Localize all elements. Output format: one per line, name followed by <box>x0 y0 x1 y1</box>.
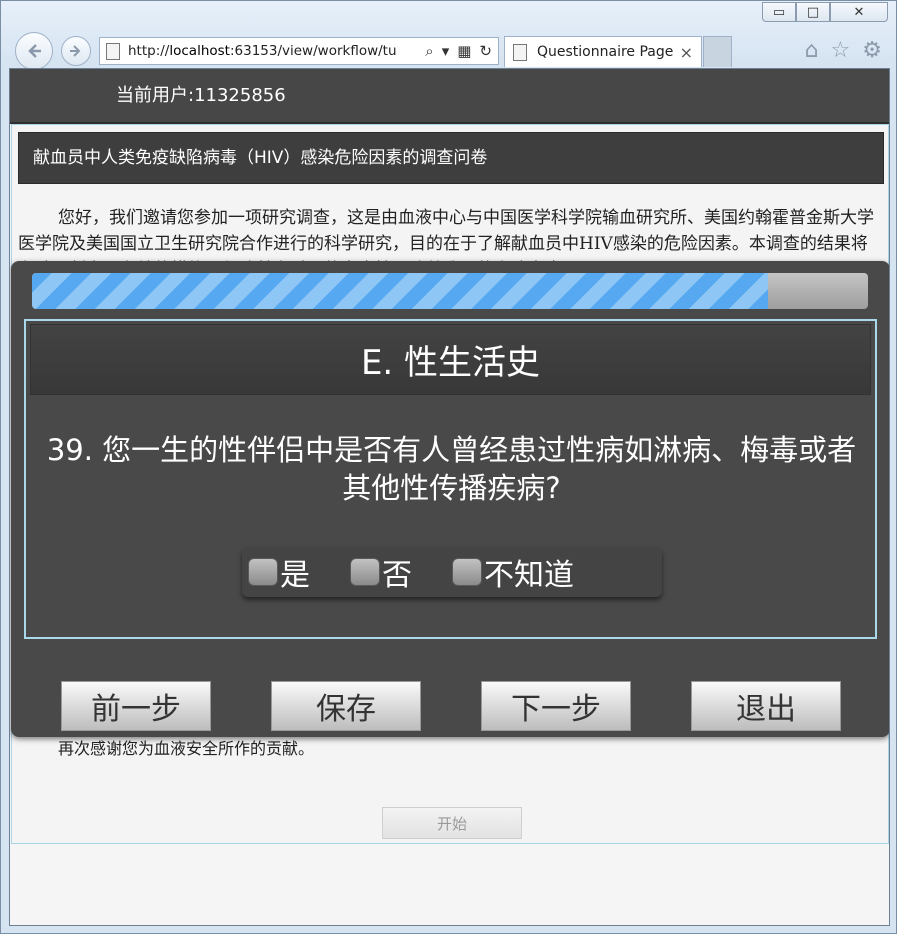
favorites-icon[interactable]: ☆ <box>831 38 851 63</box>
close-icon: ✕ <box>853 4 865 20</box>
tab-title: Questionnaire Page <box>537 44 674 60</box>
user-header: 当前用户:11325856 <box>10 69 889 124</box>
option-label-yes: 是 <box>280 558 310 593</box>
address-url[interactable]: http://localhost:63153/view/workflow/tu <box>128 43 419 59</box>
question-text: 39. 您一生的性伴侣中是否有人曾经患过性病如淋病、梅毒或者其他性传播疾病? <box>46 433 857 505</box>
url-host: localhost <box>169 43 230 59</box>
minimize-icon: ▭ <box>772 4 786 20</box>
settings-icon[interactable]: ⚙ <box>862 38 882 63</box>
tab-close-icon[interactable]: × <box>680 43 693 62</box>
current-user-id: 11325856 <box>194 85 286 106</box>
prev-button[interactable]: 前一步 <box>61 681 211 731</box>
survey-thanks: 再次感谢您为血液安全所作的贡献。 <box>58 739 315 758</box>
maximize-button[interactable]: □ <box>796 2 830 22</box>
back-arrow-icon <box>28 44 41 58</box>
start-button[interactable]: 开始 <box>382 807 522 839</box>
browser-toolbar: ⌂ ☆ ⚙ <box>805 38 882 63</box>
checkbox-unknown[interactable] <box>452 558 482 586</box>
dropdown-icon[interactable]: ▾ <box>442 42 450 60</box>
address-tools: ⌕ ▾ ▦ ↻ <box>419 42 498 60</box>
compatibility-view-icon[interactable]: ▦ <box>457 42 471 60</box>
back-button[interactable] <box>15 32 53 70</box>
checkbox-no[interactable] <box>350 558 380 586</box>
question-box: E. 性生活史 39. 您一生的性伴侣中是否有人曾经患过性病如淋病、梅毒或者其他… <box>24 319 877 639</box>
maximize-icon: □ <box>806 4 820 20</box>
option-yes[interactable]: 是 <box>248 550 310 594</box>
page-icon <box>106 42 120 60</box>
progress-bar <box>32 273 868 309</box>
option-label-unknown: 不知道 <box>484 558 574 593</box>
save-button[interactable]: 保存 <box>271 681 421 731</box>
close-window-button[interactable]: ✕ <box>830 2 888 22</box>
home-icon[interactable]: ⌂ <box>805 38 819 63</box>
question-dialog: E. 性生活史 39. 您一生的性伴侣中是否有人曾经患过性病如淋病、梅毒或者其他… <box>11 261 889 737</box>
window-controls: ▭ □ ✕ <box>762 2 888 22</box>
section-title: E. 性生活史 <box>30 324 871 395</box>
option-no[interactable]: 否 <box>350 550 412 594</box>
survey-title: 献血员中人类免疫缺陷病毒（HIV）感染危险因素的调查问卷 <box>18 132 884 184</box>
page-viewport: 当前用户:11325856 献血员中人类免疫缺陷病毒（HIV）感染危险因素的调查… <box>9 68 890 926</box>
new-tab-button[interactable] <box>703 36 732 67</box>
url-prefix: http:// <box>128 43 170 59</box>
dialog-buttons: 前一步 保存 下一步 退出 <box>61 681 841 731</box>
option-label-no: 否 <box>382 558 412 593</box>
progress-fill <box>32 273 768 309</box>
option-unknown[interactable]: 不知道 <box>452 550 574 594</box>
forward-button[interactable] <box>61 36 91 66</box>
next-button[interactable]: 下一步 <box>481 681 631 731</box>
address-bar[interactable]: http://localhost:63153/view/workflow/tu … <box>99 37 499 65</box>
forward-arrow-icon <box>70 45 81 57</box>
current-user-label: 当前用户: <box>116 85 195 106</box>
browser-tab[interactable]: Questionnaire Page × <box>504 36 702 67</box>
url-rest: :63153/view/workflow/tu <box>229 43 397 59</box>
exit-button[interactable]: 退出 <box>691 681 841 731</box>
tab-page-icon <box>513 43 527 61</box>
browser-window: ▭ □ ✕ http://localhost:63153/view/workfl… <box>0 0 897 934</box>
search-icon[interactable]: ⌕ <box>425 42 433 60</box>
checkbox-yes[interactable] <box>248 558 278 586</box>
answer-options: 是 否 不知道 <box>242 547 662 597</box>
minimize-button[interactable]: ▭ <box>762 2 796 22</box>
refresh-icon[interactable]: ↻ <box>479 42 492 60</box>
